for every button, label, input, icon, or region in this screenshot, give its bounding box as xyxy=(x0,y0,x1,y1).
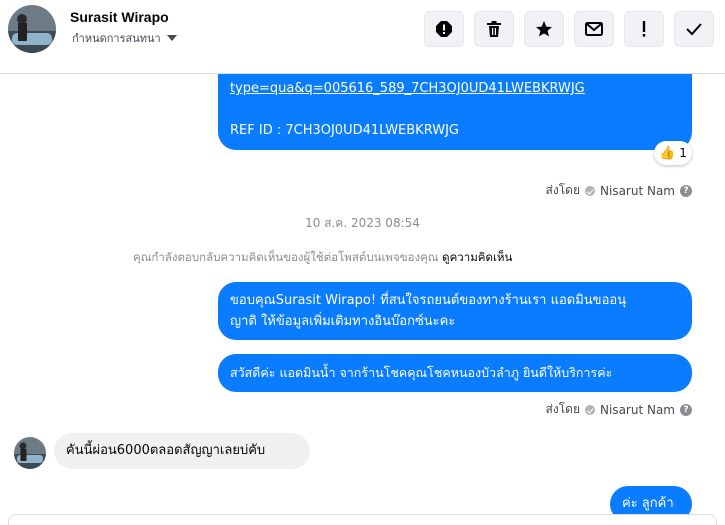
assign-conversation-label: กำหนดการสนทนา xyxy=(72,32,161,45)
message-timestamp: 10 ส.ค. 2023 08:54 xyxy=(305,216,420,230)
contact-avatar[interactable] xyxy=(8,5,56,53)
sender-name[interactable]: Nisarut Nam xyxy=(600,403,675,417)
message-text: REF ID : 7CH3OJ0UD41LWEBKRWJG xyxy=(230,123,459,138)
help-icon[interactable]: ? xyxy=(680,403,692,416)
help-icon[interactable]: ? xyxy=(680,184,692,197)
header-actions xyxy=(424,11,714,47)
report-icon xyxy=(436,21,452,37)
delete-button[interactable] xyxy=(474,11,514,47)
message-composer[interactable] xyxy=(8,514,717,525)
sent-by-label: ส่งโดย xyxy=(545,402,580,416)
star-button[interactable] xyxy=(524,11,564,47)
message-text: คันนี้ผ่อน6000ตลอดสัญญาเลยบ่คับ xyxy=(66,443,266,458)
exclamation-icon xyxy=(642,21,646,37)
check-icon xyxy=(686,23,702,36)
view-comment-link[interactable]: ดูความคิดเห็น xyxy=(442,250,512,264)
assign-conversation-dropdown[interactable]: กำหนดการสนทนา xyxy=(72,30,177,46)
contact-avatar-small[interactable] xyxy=(14,437,46,469)
thumbs-up-icon: 👍 xyxy=(659,145,676,161)
flag-button[interactable] xyxy=(624,11,664,47)
messenger-conversation: Surasit Wirapo กำหนดการสนทนา type=qua&q=… xyxy=(0,0,725,525)
contact-name[interactable]: Surasit Wirapo xyxy=(70,9,169,25)
message-link[interactable]: type=qua&q=005616_589_7CH3OJ0UD41LWEBKRW… xyxy=(230,78,680,99)
caret-down-icon xyxy=(166,35,177,41)
message-bubble-outgoing[interactable]: ขอบคุณSurasit Wirapo! ที่สนใจรถยนต์ของทา… xyxy=(218,282,692,340)
message-line: ขอบคุณSurasit Wirapo! ที่สนใจรถยนต์ของทา… xyxy=(230,293,627,308)
message-bubble-outgoing[interactable]: สวัสดีค่ะ แอดมินน้ำ จากร้านโชคคุณโชคหนอง… xyxy=(218,354,692,392)
sent-by-row: ส่งโดย Nisarut Nam ? xyxy=(546,400,692,419)
message-text: ค่ะ ลูกค้า xyxy=(622,496,674,511)
notice-text: คุณกำลังตอบกลับความคิดเห็นของผู้ใช้ต่อโพ… xyxy=(133,250,439,264)
sender-name[interactable]: Nisarut Nam xyxy=(600,184,675,198)
reaction-badge[interactable]: 👍 1 xyxy=(654,141,692,165)
mail-button[interactable] xyxy=(574,11,614,47)
message-line: ญาติ ให้ข้อมูลเพิ่มเติมทางอินบ๊อกซ์นะคะ xyxy=(230,314,456,329)
reaction-count: 1 xyxy=(679,146,687,160)
verified-check-icon xyxy=(585,404,595,415)
trash-icon xyxy=(487,21,501,37)
report-button[interactable] xyxy=(424,11,464,47)
verified-check-icon xyxy=(585,185,595,196)
message-text: สวัสดีค่ะ แอดมินน้ำ จากร้านโชคคุณโชคหนอง… xyxy=(230,365,613,380)
comment-reply-notice: คุณกำลังตอบกลับความคิดเห็นของผู้ใช้ต่อโพ… xyxy=(133,249,512,267)
mail-icon xyxy=(585,22,603,36)
message-bubble-incoming[interactable]: คันนี้ผ่อน6000ตลอดสัญญาเลยบ่คับ xyxy=(54,433,310,469)
mark-done-button[interactable] xyxy=(674,11,714,47)
sent-by-label: ส่งโดย xyxy=(545,183,580,197)
sent-by-row: ส่งโดย Nisarut Nam ? xyxy=(546,181,692,200)
conversation-header: Surasit Wirapo กำหนดการสนทนา xyxy=(0,0,725,74)
star-icon xyxy=(536,21,552,37)
